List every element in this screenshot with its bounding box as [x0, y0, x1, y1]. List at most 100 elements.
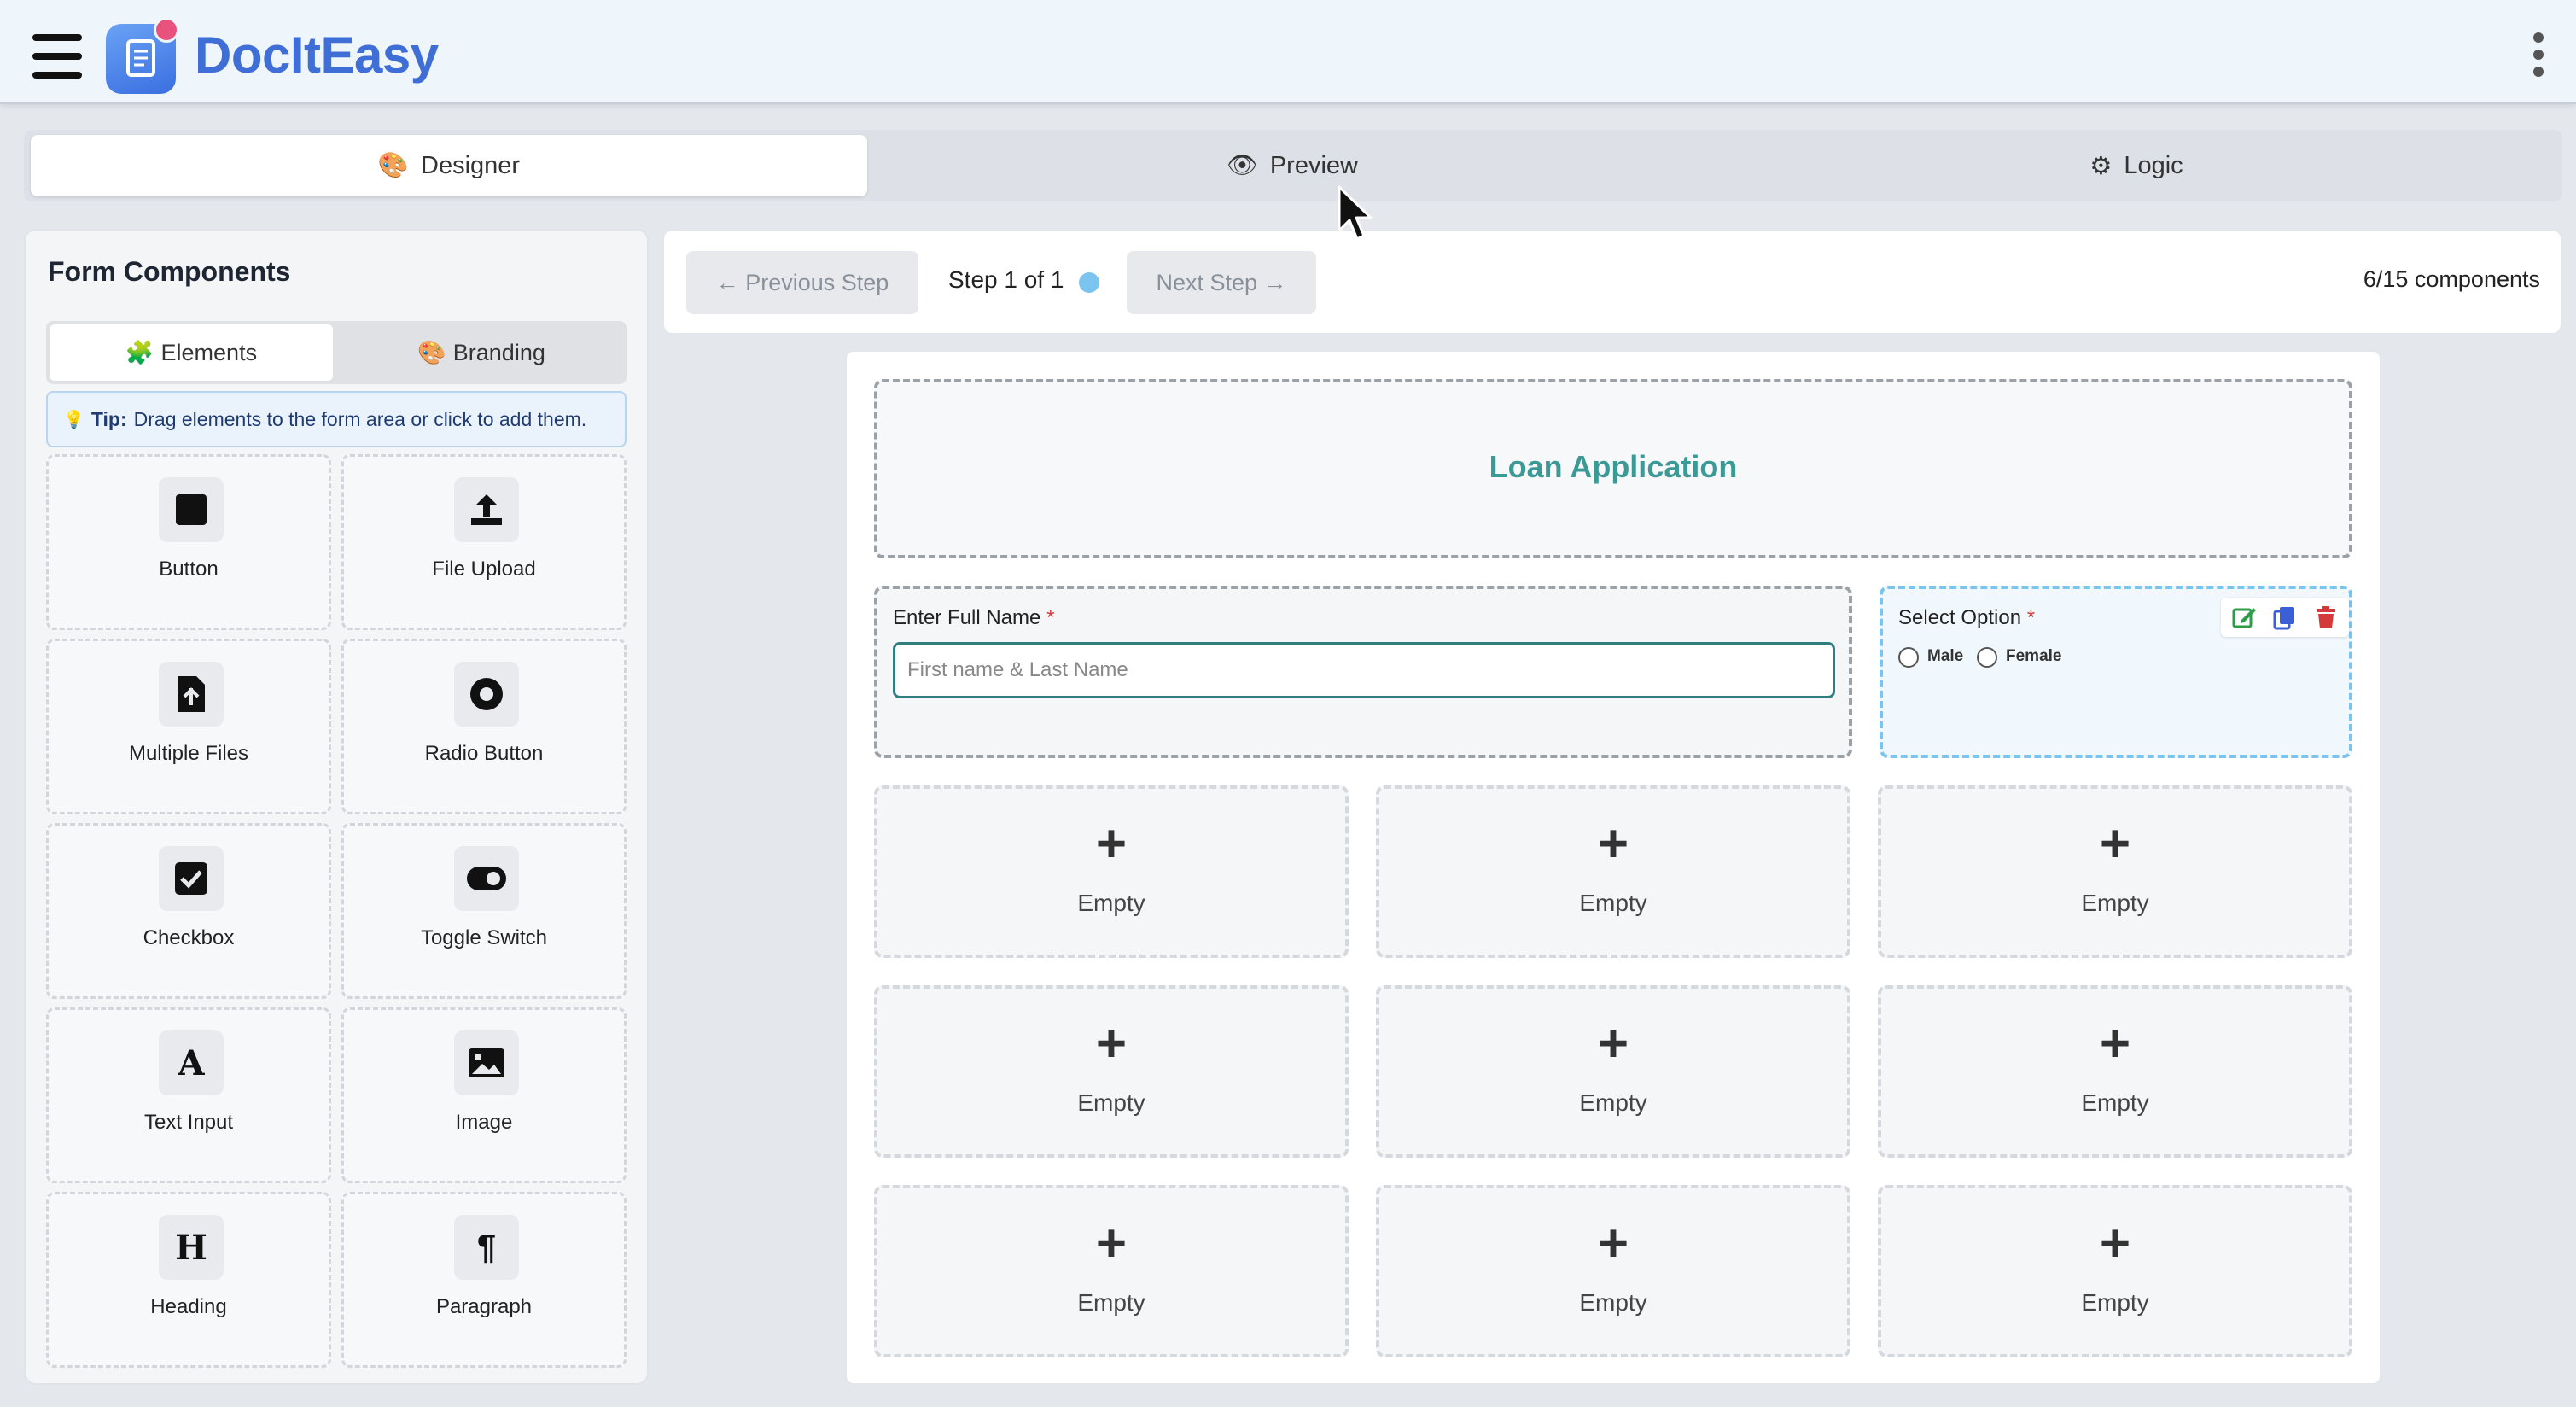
step-navigation: ← Previous Step Step 1 of 1 Next Step → … — [662, 229, 2562, 335]
tip-text: Drag elements to the form area or click … — [133, 407, 587, 430]
mouse-cursor-icon — [1338, 185, 1373, 241]
component-label: Radio Button — [424, 742, 544, 765]
more-vertical-icon[interactable] — [2526, 31, 2550, 79]
plus-icon: + — [2099, 1014, 2131, 1073]
component-radio-button[interactable]: Radio Button — [341, 639, 627, 814]
app-title: DocItEasy — [195, 26, 439, 84]
empty-slot[interactable]: + Empty — [874, 1185, 1349, 1357]
empty-label: Empty — [1579, 890, 1647, 916]
letter-a-icon: A — [159, 1030, 224, 1095]
step-dot[interactable] — [1079, 272, 1099, 293]
empty-label: Empty — [1579, 1089, 1647, 1116]
full-name-label: Enter Full Name * — [893, 606, 1055, 629]
plus-icon: + — [1095, 1014, 1128, 1073]
component-label: Image — [455, 1111, 513, 1134]
tab-label: Logic — [2124, 151, 2183, 179]
empty-label: Empty — [1077, 1089, 1145, 1116]
panel-tabs: 🧩 Elements 🎨 Branding — [46, 321, 627, 384]
component-toggle-switch[interactable]: Toggle Switch — [341, 823, 627, 999]
empty-slot[interactable]: + Empty — [874, 785, 1349, 958]
component-label: Text Input — [143, 1111, 234, 1134]
tab-elements[interactable]: 🧩 Elements — [50, 324, 333, 381]
component-button[interactable]: Button — [46, 454, 331, 630]
empty-slot[interactable]: + Empty — [1376, 785, 1850, 958]
tab-preview[interactable]: 👁 Preview — [874, 135, 1711, 196]
image-icon — [454, 1030, 519, 1095]
tip-banner: 💡 Tip: Drag elements to the form area or… — [46, 391, 627, 447]
tab-logic[interactable]: ⚙ Logic — [1717, 135, 2556, 196]
tab-branding[interactable]: 🎨 Branding — [340, 324, 623, 381]
heading-slot[interactable]: Loan Application — [874, 379, 2352, 558]
upload-icon — [454, 477, 519, 542]
tab-label: Designer — [421, 151, 521, 179]
app-header: DocItEasy — [0, 0, 2576, 104]
file-plus-icon — [159, 662, 224, 727]
component-label: Button — [159, 558, 219, 581]
empty-label: Empty — [2081, 890, 2149, 916]
select-option-slot[interactable]: Select Option * Male Female — [1880, 586, 2352, 758]
empty-slot[interactable]: + Empty — [874, 985, 1349, 1158]
mode-tabs: 🎨 Designer 👁 Preview ⚙ Logic — [24, 130, 2562, 201]
next-step-button[interactable]: Next Step → — [1127, 251, 1316, 314]
tab-label: Branding — [452, 339, 545, 365]
component-text-input[interactable]: A Text Input — [46, 1007, 331, 1183]
component-file-upload[interactable]: File Upload — [341, 454, 627, 630]
tip-prefix: Tip: — [90, 407, 127, 430]
pilcrow-icon: ¶ — [454, 1215, 519, 1280]
eye-icon: 👁 — [1227, 152, 1258, 179]
gear-icon: ⚙ — [2089, 152, 2113, 180]
checkbox-icon — [159, 846, 224, 911]
tab-designer[interactable]: 🎨 Designer — [31, 135, 867, 196]
edit-icon[interactable] — [2231, 604, 2257, 630]
empty-slot[interactable]: + Empty — [1376, 985, 1850, 1158]
component-label: Checkbox — [143, 926, 235, 949]
square-icon — [159, 477, 224, 542]
full-name-input[interactable] — [893, 642, 1835, 698]
previous-step-button[interactable]: ← Previous Step — [686, 251, 918, 314]
toggle-icon — [454, 846, 519, 911]
palette-icon: 🎨 — [377, 152, 410, 179]
step-indicator: Step 1 of 1 — [948, 266, 1064, 293]
select-option-label: Select Option * — [1898, 606, 2036, 629]
components-panel: Form Components 🧩 Elements 🎨 Branding 💡 … — [24, 229, 649, 1385]
plus-icon: + — [2099, 814, 2131, 873]
empty-label: Empty — [1579, 1289, 1647, 1316]
hamburger-icon[interactable] — [32, 34, 82, 79]
form-heading: Loan Application — [1489, 449, 1738, 484]
empty-label: Empty — [2081, 1289, 2149, 1316]
document-icon — [106, 17, 179, 94]
plus-icon: + — [1597, 1214, 1629, 1273]
component-count: 6/15 components — [2363, 266, 2540, 292]
empty-slot[interactable]: + Empty — [1376, 1185, 1850, 1357]
component-label: Heading — [150, 1295, 227, 1318]
tab-label: Preview — [1269, 151, 1358, 179]
full-name-slot[interactable]: Enter Full Name * — [874, 586, 1852, 758]
lightbulb-icon: 💡 — [63, 410, 85, 429]
plus-icon: + — [1597, 814, 1629, 873]
empty-label: Empty — [1077, 890, 1145, 916]
palette-icon: 🎨 — [417, 340, 446, 365]
plus-icon: + — [1095, 814, 1128, 873]
component-image[interactable]: Image — [341, 1007, 627, 1183]
slot-toolbar — [2221, 598, 2349, 637]
component-heading[interactable]: H Heading — [46, 1192, 331, 1368]
radio-icon — [454, 662, 519, 727]
radio-female[interactable] — [1977, 647, 1997, 668]
radio-label-male: Male — [1927, 647, 1964, 665]
component-multiple-files[interactable]: Multiple Files — [46, 639, 331, 814]
radio-label-female: Female — [2006, 647, 2062, 665]
notification-dot — [154, 17, 179, 43]
tab-label: Elements — [160, 339, 258, 365]
copy-icon[interactable] — [2272, 604, 2298, 630]
empty-slot[interactable]: + Empty — [1878, 1185, 2352, 1357]
empty-slot[interactable]: + Empty — [1878, 985, 2352, 1158]
component-checkbox[interactable]: Checkbox — [46, 823, 331, 999]
component-label: Multiple Files — [128, 742, 249, 765]
plus-icon: + — [2099, 1214, 2131, 1273]
empty-slot[interactable]: + Empty — [1878, 785, 2352, 958]
radio-male[interactable] — [1898, 647, 1919, 668]
component-paragraph[interactable]: ¶ Paragraph — [341, 1192, 627, 1368]
empty-label: Empty — [1077, 1289, 1145, 1316]
trash-icon[interactable] — [2313, 604, 2339, 630]
component-label: Paragraph — [435, 1295, 533, 1318]
